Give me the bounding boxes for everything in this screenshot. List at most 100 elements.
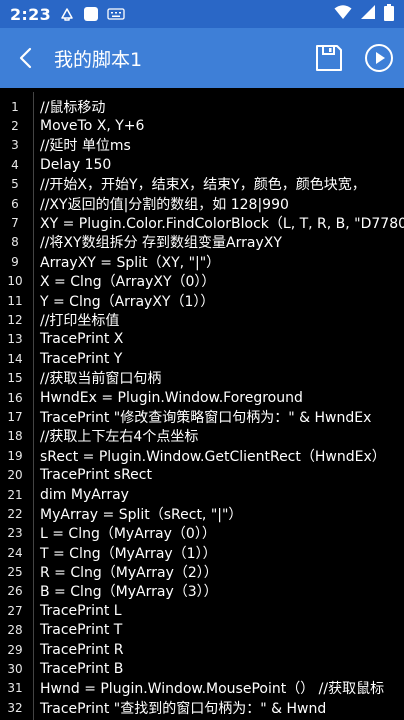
back-arrow-icon <box>19 47 32 69</box>
code-text: //开始X，开始Y，结束X，结束Y，颜色，颜色块宽， <box>40 177 366 194</box>
line-number: 8 <box>11 235 19 250</box>
code-line[interactable]: 6 //XY返回的值|分割的数组，如 128|990 <box>0 194 404 213</box>
run-button[interactable] <box>354 28 404 88</box>
code-line[interactable]: 28 TracePrint T <box>0 621 404 640</box>
line-number: 9 <box>11 254 19 269</box>
code-line[interactable]: 10 X = Clng（ArrayXY（0）） <box>0 272 404 291</box>
save-icon <box>316 45 342 71</box>
battery-icon <box>384 3 394 25</box>
code-line[interactable]: 26 B = Clng（MyArray（3）） <box>0 582 404 601</box>
code-line[interactable]: 17 TracePrint "修改查询策略窗口句柄为：" & HwndEx <box>0 407 404 426</box>
line-number: 16 <box>7 390 23 405</box>
line-number: 23 <box>7 526 23 541</box>
line-number: 10 <box>7 274 23 289</box>
line-number: 13 <box>7 332 23 347</box>
code-text: //将XY数组拆分 存到数组变量ArrayXY <box>40 235 282 252</box>
code-line[interactable]: 23 L = Clng（MyArray（0）） <box>0 524 404 543</box>
code-line[interactable]: 27 TracePrint L <box>0 601 404 620</box>
code-line[interactable]: 31 Hwnd = Plugin.Window.MousePoint（） //获取… <box>0 679 404 698</box>
code-text: sRect = Plugin.Window.GetClientRect（Hwnd… <box>40 448 386 465</box>
code-line[interactable]: 15 //获取当前窗口句柄 <box>0 368 404 387</box>
line-number: 24 <box>7 545 23 560</box>
app-bar: 我的脚本1 <box>0 28 404 88</box>
line-number: 29 <box>7 642 23 657</box>
line-number: 26 <box>7 584 23 599</box>
code-text: TracePrint R <box>40 641 124 658</box>
code-line[interactable]: 3 //延时 单位ms <box>0 136 404 155</box>
line-number: 25 <box>7 565 23 580</box>
code-text: //鼠标移动 <box>40 99 106 116</box>
code-text: Y = Clng（ArrayXY（1）） <box>40 293 215 310</box>
line-number: 3 <box>11 138 19 153</box>
notification-icon <box>59 6 75 22</box>
code-line[interactable]: 2 MoveTo X, Y+6 <box>0 116 404 135</box>
line-number: 4 <box>11 157 19 172</box>
code-line[interactable]: 14 TracePrint Y <box>0 349 404 368</box>
wifi-icon <box>334 4 352 24</box>
code-line[interactable]: 24 T = Clng（MyArray（1）） <box>0 543 404 562</box>
code-line[interactable]: 11 Y = Clng（ArrayXY（1）） <box>0 291 404 310</box>
code-text: HwndEx = Plugin.Window.Foreground <box>40 389 303 406</box>
line-number: 31 <box>7 681 23 696</box>
code-text: Hwnd = Plugin.Window.MousePoint（） //获取鼠标 <box>40 681 385 698</box>
code-text: XY = Plugin.Color.FindColorBlock（L, T, R… <box>40 216 404 233</box>
code-text: TracePrint X <box>40 331 124 348</box>
code-text: TracePrint T <box>40 622 123 639</box>
line-number: 17 <box>7 409 23 424</box>
code-line[interactable]: 16 HwndEx = Plugin.Window.Foreground <box>0 388 404 407</box>
code-text: B = Clng（MyArray（3）） <box>40 584 218 601</box>
back-button[interactable] <box>0 28 50 88</box>
code-line[interactable]: 30 TracePrint B <box>0 659 404 678</box>
code-line[interactable]: 4 Delay 150 <box>0 155 404 174</box>
code-text: TracePrint "修改查询策略窗口句柄为：" & HwndEx <box>40 409 372 426</box>
code-text: //XY返回的值|分割的数组，如 128|990 <box>40 196 289 213</box>
code-editor[interactable]: 1 //鼠标移动 2 MoveTo X, Y+6 3 //延时 单位ms 4 Delay 15… <box>0 88 404 720</box>
code-line[interactable]: 1 //鼠标移动 <box>0 97 404 116</box>
code-line[interactable]: 8 //将XY数组拆分 存到数组变量ArrayXY <box>0 233 404 252</box>
code-line[interactable]: 25 R = Clng（MyArray（2）） <box>0 562 404 581</box>
code-text: X = Clng（ArrayXY（0）） <box>40 274 216 291</box>
line-number: 2 <box>11 119 19 134</box>
code-line[interactable]: 12 //打印坐标值 <box>0 310 404 329</box>
code-line[interactable]: 32 TracePrint "查找到的窗口句柄为：" & Hwnd <box>0 698 404 717</box>
play-icon <box>365 44 393 72</box>
line-number: 11 <box>7 293 23 308</box>
line-number: 14 <box>7 351 23 366</box>
code-text: TracePrint Y <box>40 350 123 367</box>
signal-icon <box>360 4 376 24</box>
line-number: 28 <box>7 623 23 638</box>
code-text: //打印坐标值 <box>40 313 120 329</box>
line-number: 7 <box>11 216 19 231</box>
code-line[interactable]: 9 ArrayXY = Split（XY, "|"） <box>0 252 404 271</box>
status-time: 2:23 <box>10 4 51 24</box>
code-text: //延时 单位ms <box>40 138 131 155</box>
code-line[interactable]: 18 //获取上下左右4个点坐标 <box>0 427 404 446</box>
code-line[interactable]: 22 MyArray = Split（sRect, "|"） <box>0 504 404 523</box>
code-text: L = Clng（MyArray（0）） <box>40 526 216 543</box>
line-number: 15 <box>7 371 23 386</box>
code-line[interactable]: 21 dim MyArray <box>0 485 404 504</box>
code-text: //获取上下左右4个点坐标 <box>40 429 199 446</box>
code-text: //获取当前窗口句柄 <box>40 371 162 388</box>
code-text: TracePrint "查找到的窗口句柄为：" & Hwnd <box>40 700 327 717</box>
code-line[interactable]: 5 //开始X，开始Y，结束X，结束Y，颜色，颜色块宽， <box>0 175 404 194</box>
code-text: TracePrint L <box>40 602 122 619</box>
code-line[interactable]: 29 TracePrint R <box>0 640 404 659</box>
line-number: 5 <box>11 177 19 192</box>
code-line[interactable]: 20 TracePrint sRect <box>0 465 404 484</box>
code-line[interactable]: 19 sRect = Plugin.Window.GetClientRect（Hw… <box>0 446 404 465</box>
line-number: 12 <box>7 312 23 327</box>
code-line[interactable]: 13 TracePrint X <box>0 330 404 349</box>
code-line[interactable]: 7 XY = Plugin.Color.FindColorBlock（L, T, … <box>0 213 404 232</box>
code-text: MyArray = Split（sRect, "|"） <box>40 506 243 523</box>
line-number: 27 <box>7 603 23 618</box>
code-text: ArrayXY = Split（XY, "|"） <box>40 254 221 271</box>
status-bar: 2:23 <box>0 0 404 28</box>
code-text: dim MyArray <box>40 486 129 503</box>
code-text: MoveTo X, Y+6 <box>40 118 145 135</box>
save-button[interactable] <box>304 28 354 88</box>
code-text: TracePrint sRect <box>40 467 152 484</box>
code-text: T = Clng（MyArray（1）） <box>40 545 217 562</box>
line-number: 21 <box>7 487 23 502</box>
line-number: 19 <box>7 448 23 463</box>
